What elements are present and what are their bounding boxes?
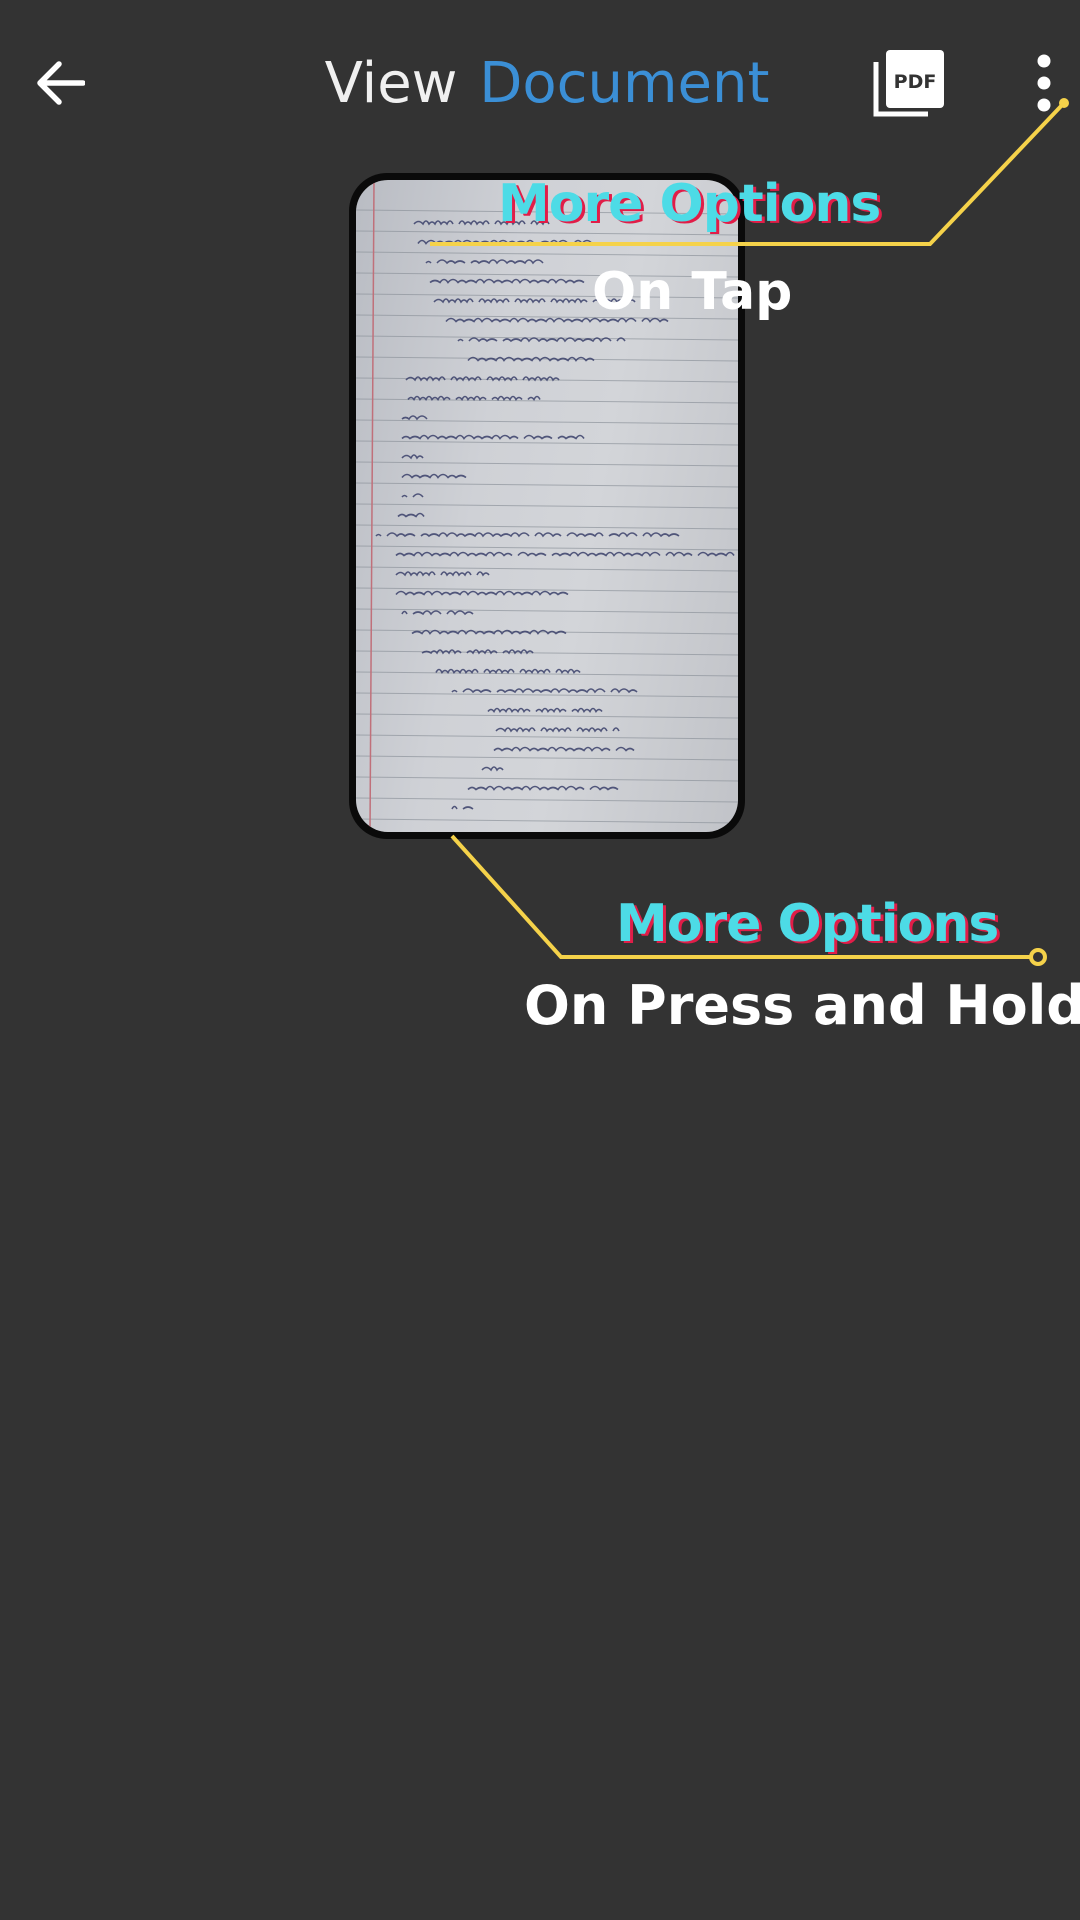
ruled-line	[356, 650, 738, 656]
handwriting-line	[488, 709, 608, 712]
handwriting-line	[375, 532, 680, 538]
ruled-line	[356, 776, 738, 782]
ruled-line	[356, 692, 738, 698]
ruled-line	[356, 524, 738, 530]
ruled-line	[356, 314, 738, 320]
handwriting-line	[495, 727, 620, 733]
ruled-line	[356, 545, 738, 551]
margin-line	[369, 180, 375, 832]
handwriting-line	[468, 787, 624, 790]
notebook-page-drawing	[356, 180, 738, 832]
ruled-line	[356, 713, 738, 719]
ruled-line	[356, 671, 738, 677]
ruled-line	[356, 734, 738, 740]
pdf-button[interactable]: PDF	[870, 48, 946, 120]
ruled-line	[356, 293, 738, 299]
ruled-line	[356, 755, 738, 761]
ruled-line	[356, 335, 738, 341]
handwriting-line	[395, 571, 490, 577]
pdf-icon: PDF	[873, 50, 944, 117]
more-vertical-icon	[1037, 54, 1051, 112]
handwriting-line	[401, 434, 585, 440]
ruled-line	[356, 818, 738, 824]
handwriting-line	[401, 415, 428, 421]
view-document-screen: View Document PDF More Options On Tap Mo…	[0, 0, 1080, 1920]
ruled-line	[356, 608, 738, 614]
ruled-line	[356, 482, 738, 488]
title-view: View	[324, 51, 458, 116]
handwriting-line	[433, 298, 636, 304]
handwriting-line	[396, 553, 738, 556]
hold-hint-subtitle: On Press and Hold	[524, 974, 1080, 1037]
ruled-line	[356, 440, 738, 446]
handwriting-line	[481, 766, 504, 772]
ruled-line	[356, 503, 738, 509]
ruled-line	[356, 461, 738, 467]
hold-hint-title: More Options	[616, 894, 999, 954]
handwriting-line	[401, 454, 424, 460]
ruled-line	[356, 797, 738, 803]
handwriting-line	[407, 395, 541, 402]
handwriting-line	[401, 610, 474, 616]
handwriting-line	[429, 278, 585, 284]
title-document: Document	[479, 51, 770, 116]
ruled-line	[356, 230, 738, 236]
app-bar: View Document PDF	[0, 0, 1080, 168]
more-options-button[interactable]	[1024, 52, 1064, 116]
handwriting-line	[413, 220, 550, 226]
handwriting-line	[395, 590, 569, 596]
handwriting-line	[417, 239, 593, 245]
hold-hint-pointer-dot	[1029, 948, 1047, 966]
pdf-icon-label: PDF	[894, 71, 937, 93]
ruled-line	[356, 209, 738, 215]
handwriting-line	[397, 512, 425, 518]
handwriting-line	[493, 746, 635, 752]
ruled-line	[356, 272, 738, 278]
handwriting-line	[401, 473, 467, 479]
scanned-page-image	[356, 180, 738, 832]
handwriting-line	[425, 259, 544, 265]
handwriting-line	[401, 493, 424, 498]
ruled-line	[356, 566, 738, 572]
document-thumbnail[interactable]	[349, 173, 745, 839]
ruled-line	[356, 419, 738, 425]
handwriting-line	[451, 805, 474, 810]
handwriting-line	[452, 689, 643, 692]
handwriting-line	[435, 668, 581, 675]
ruled-line	[356, 251, 738, 257]
handwriting-line	[446, 319, 674, 322]
hold-hint-pointer-line	[450, 834, 1030, 959]
